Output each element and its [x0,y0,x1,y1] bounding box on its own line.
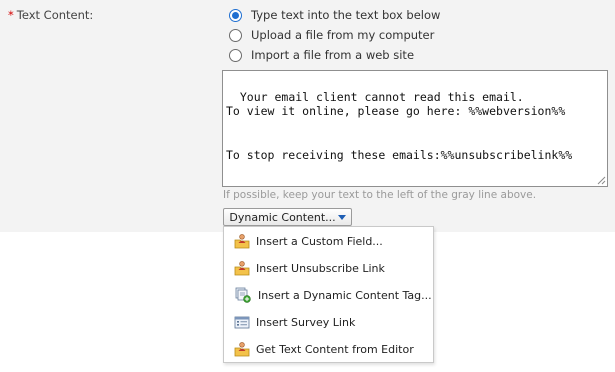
resize-grip-icon[interactable] [597,176,606,185]
radio-upload-file[interactable]: Upload a file from my computer [229,28,434,42]
radio-button[interactable] [229,48,242,62]
radio-type-text[interactable]: Type text into the text box below [229,8,440,22]
user-folder-icon [234,261,250,276]
user-folder-icon [234,234,250,249]
dynamic-content-button[interactable]: Dynamic Content... [223,208,352,226]
radio-import-url[interactable]: Import a file from a web site [229,48,414,62]
field-label: * Text Content: [8,8,93,22]
radio-label: Type text into the text box below [251,8,441,22]
menu-item-label: Insert Unsubscribe Link [256,261,385,275]
menu-item-insert-survey-link[interactable]: Insert Survey Link [224,311,433,333]
survey-form-icon [234,316,250,329]
menu-item-insert-dynamic-tag[interactable]: Insert a Dynamic Content Tag... [224,284,433,306]
menu-item-insert-unsubscribe-link[interactable]: Insert Unsubscribe Link [224,257,433,279]
menu-item-label: Insert a Dynamic Content Tag... [258,288,432,302]
field-label-text: Text Content: [16,8,94,22]
menu-item-label: Insert Survey Link [256,315,356,329]
menu-item-get-text-from-editor[interactable]: Get Text Content from Editor [224,338,433,360]
dynamic-content-label: Dynamic Content... [229,210,336,224]
textarea-value: Your email client cannot read this email… [226,89,573,162]
menu-item-insert-custom-field[interactable]: Insert a Custom Field... [224,230,433,252]
menu-item-label: Get Text Content from Editor [256,342,414,356]
required-marker: * [8,8,14,22]
radio-label: Import a file from a web site [251,48,415,62]
dynamic-tag-icon [235,287,251,303]
menu-item-label: Insert a Custom Field... [256,234,383,248]
radio-label: Upload a file from my computer [251,28,435,42]
hint-text: If possible, keep your text to the left … [223,189,537,201]
text-content-textarea[interactable]: Your email client cannot read this email… [222,70,608,187]
dynamic-content-menu: Insert a Custom Field... Insert Unsubscr… [223,226,434,363]
user-folder-icon [234,342,250,357]
radio-button-selected[interactable] [229,8,242,22]
caret-down-icon [337,215,346,220]
radio-button[interactable] [229,28,242,42]
